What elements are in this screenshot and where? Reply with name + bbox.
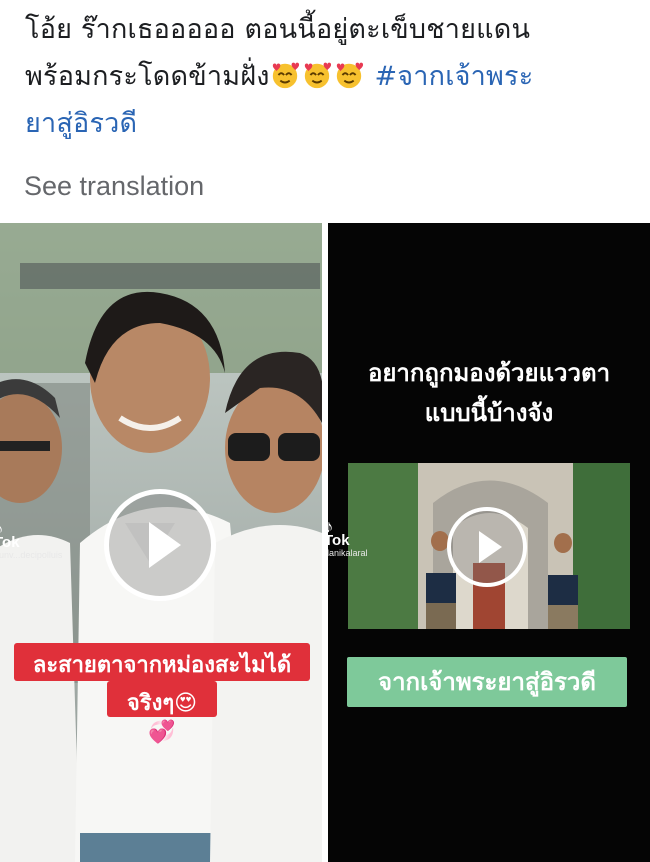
tiktok-username: danikalaral — [328, 548, 368, 558]
tiktok-watermark-left: ♪ Tok ounv...decipolluis — [0, 520, 63, 562]
video-caption-green: จากเจ้าพระยาสู่อิรวดี — [347, 657, 627, 707]
tiktok-watermark-text: Tok — [0, 534, 20, 551]
see-translation-link[interactable]: See translation — [24, 171, 204, 202]
hashtag-link-continued[interactable]: ยาสู่อิรวดี — [25, 100, 625, 147]
play-button-right[interactable] — [447, 507, 527, 587]
video-card-right[interactable]: อยากถูกมองด้วยแววตา แบบนี้บ้างจัง ♪ Tok … — [328, 223, 650, 862]
video-caption-line-2: จริงๆ😍💞 — [107, 681, 217, 745]
play-button-left[interactable] — [104, 489, 216, 601]
video-caption-line-1: ละสายตาจากหม่องสะไมได้เลย — [14, 643, 310, 713]
post-line-1: โอ้ย ร๊ากเธอออออ ตอนนี้อยู่ตะเข็บชายแดน — [25, 14, 531, 45]
video-overlay-title-line-1: อยากถูกมองด้วยแววตา — [367, 359, 611, 387]
video-overlay-title-line-2: แบบนี้บ้างจัง — [424, 399, 554, 427]
video-card-left[interactable]: ♪ Tok ounv...decipolluis ละสายตาจากหม่อง… — [0, 223, 322, 862]
smiling-face-with-hearts-icon — [272, 62, 299, 89]
post-line-2: พร้อมกระโดดข้ามฝั่ง #จากเจ้าพระ — [25, 53, 625, 100]
smiling-face-with-hearts-icon — [304, 62, 331, 89]
tiktok-watermark-right: ♪ Tok danikalaral — [328, 518, 368, 560]
smiling-face-with-hearts-icon — [336, 62, 363, 89]
post-line-2-text: พร้อมกระโดดข้ามฝั่ง — [25, 61, 270, 92]
hashtag-link[interactable]: #จากเจ้าพระ — [374, 61, 533, 92]
tiktok-username: ounv...decipolluis — [0, 550, 63, 560]
play-icon — [479, 531, 502, 563]
post-text: โอ้ย ร๊ากเธอออออ ตอนนี้อยู่ตะเข็บชายแดน … — [25, 6, 625, 147]
play-icon — [149, 522, 181, 568]
tiktok-watermark-text: Tok — [328, 532, 350, 549]
